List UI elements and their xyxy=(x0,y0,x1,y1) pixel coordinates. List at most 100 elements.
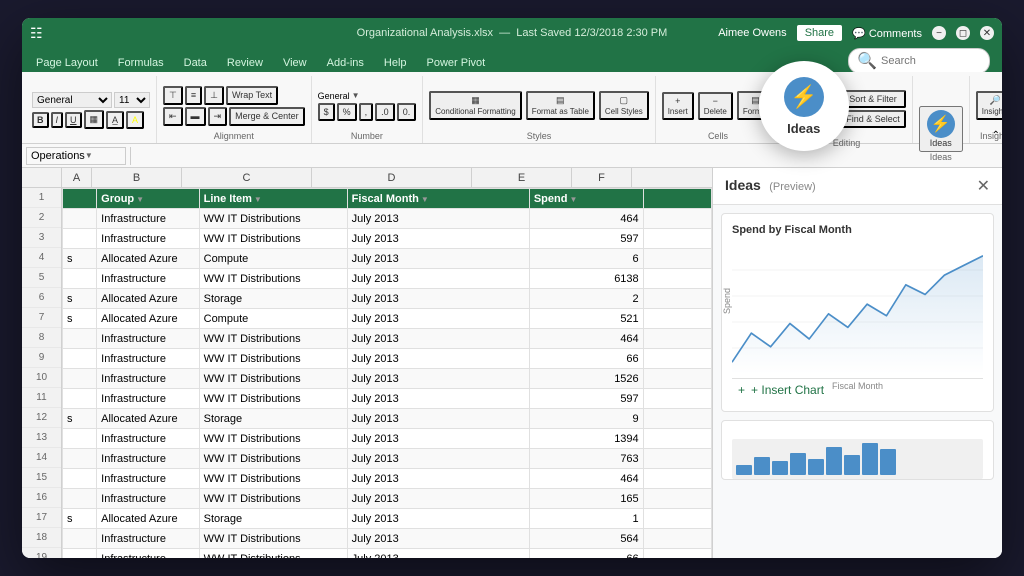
cell-12-1[interactable]: Infrastructure xyxy=(97,449,199,469)
cell-5-0[interactable]: s xyxy=(63,309,97,329)
comments-button[interactable]: 💬 Comments xyxy=(852,27,922,40)
format-as-table-button[interactable]: ▤ Format as Table xyxy=(526,91,595,120)
cell-3-5[interactable] xyxy=(643,269,711,289)
cell-5-4[interactable]: 521 xyxy=(529,309,643,329)
cell-0-0[interactable] xyxy=(63,209,97,229)
cell-17-4[interactable]: 66 xyxy=(529,549,643,559)
font-name-select[interactable]: General xyxy=(32,92,112,108)
cell-9-3[interactable]: July 2013 xyxy=(347,389,529,409)
col-header-c[interactable]: C xyxy=(182,168,312,188)
align-right-button[interactable]: ⇥ xyxy=(208,107,228,126)
cell-14-5[interactable] xyxy=(643,489,711,509)
font-size-select[interactable]: 11 xyxy=(114,92,150,108)
cell-4-3[interactable]: July 2013 xyxy=(347,289,529,309)
cell-16-5[interactable] xyxy=(643,529,711,549)
cell-2-0[interactable]: s xyxy=(63,249,97,269)
insights-button[interactable]: 🔎 Insights xyxy=(976,91,1002,120)
cell-13-2[interactable]: WW IT Distributions xyxy=(199,469,347,489)
cell-3-3[interactable]: July 2013 xyxy=(347,269,529,289)
cell-8-5[interactable] xyxy=(643,369,711,389)
cell-9-4[interactable]: 597 xyxy=(529,389,643,409)
col-header-d[interactable]: D xyxy=(312,168,472,188)
cell-5-1[interactable]: Allocated Azure xyxy=(97,309,199,329)
cell-15-2[interactable]: Storage xyxy=(199,509,347,529)
cell-5-3[interactable]: July 2013 xyxy=(347,309,529,329)
cell-8-2[interactable]: WW IT Distributions xyxy=(199,369,347,389)
name-box[interactable]: Operations ▼ xyxy=(26,147,126,165)
tab-powerpivot[interactable]: Power Pivot xyxy=(417,54,496,72)
cell-2-4[interactable]: 6 xyxy=(529,249,643,269)
cell-15-3[interactable]: July 2013 xyxy=(347,509,529,529)
cell-1-4[interactable]: 597 xyxy=(529,229,643,249)
italic-button[interactable]: I xyxy=(51,112,64,128)
cell-0-5[interactable] xyxy=(643,209,711,229)
cell-0-4[interactable]: 464 xyxy=(529,209,643,229)
cell-2-5[interactable] xyxy=(643,249,711,269)
cell-5-5[interactable] xyxy=(643,309,711,329)
cell-10-4[interactable]: 9 xyxy=(529,409,643,429)
cell-12-0[interactable] xyxy=(63,449,97,469)
cell-6-1[interactable]: Infrastructure xyxy=(97,329,199,349)
fill-color-button[interactable]: A̲ xyxy=(106,111,124,129)
cell-16-1[interactable]: Infrastructure xyxy=(97,529,199,549)
cell-6-2[interactable]: WW IT Distributions xyxy=(199,329,347,349)
minimize-button[interactable]: − xyxy=(932,26,946,40)
font-color-button[interactable]: A xyxy=(126,111,144,129)
align-bottom-button[interactable]: ⊥ xyxy=(204,86,224,105)
search-box[interactable]: 🔍 xyxy=(848,48,990,74)
cell-16-2[interactable]: WW IT Distributions xyxy=(199,529,347,549)
tab-help[interactable]: Help xyxy=(374,54,417,72)
cell-1-2[interactable]: WW IT Distributions xyxy=(199,229,347,249)
cell-4-2[interactable]: Storage xyxy=(199,289,347,309)
cell-17-5[interactable] xyxy=(643,549,711,559)
cell-7-3[interactable]: July 2013 xyxy=(347,349,529,369)
cell-11-4[interactable]: 1394 xyxy=(529,429,643,449)
cell-10-2[interactable]: Storage xyxy=(199,409,347,429)
conditional-formatting-button[interactable]: ▦ Conditional Formatting xyxy=(429,91,521,120)
close-button[interactable]: ✕ xyxy=(980,26,994,40)
cell-14-1[interactable]: Infrastructure xyxy=(97,489,199,509)
cell-3-0[interactable] xyxy=(63,269,97,289)
align-center-button[interactable]: ▬ xyxy=(185,107,206,126)
cell-13-4[interactable]: 464 xyxy=(529,469,643,489)
cell-1-1[interactable]: Infrastructure xyxy=(97,229,199,249)
cell-7-0[interactable] xyxy=(63,349,97,369)
cell-17-2[interactable]: WW IT Distributions xyxy=(199,549,347,559)
cell-14-2[interactable]: WW IT Distributions xyxy=(199,489,347,509)
tab-review[interactable]: Review xyxy=(217,54,273,72)
cell-0-3[interactable]: July 2013 xyxy=(347,209,529,229)
tab-page-layout[interactable]: Page Layout xyxy=(26,54,108,72)
cell-17-0[interactable] xyxy=(63,549,97,559)
cell-13-0[interactable] xyxy=(63,469,97,489)
search-input[interactable] xyxy=(881,55,981,67)
tab-addins[interactable]: Add-ins xyxy=(317,54,374,72)
merge-center-button[interactable]: Merge & Center xyxy=(229,107,305,126)
cell-10-3[interactable]: July 2013 xyxy=(347,409,529,429)
cell-4-5[interactable] xyxy=(643,289,711,309)
cell-16-0[interactable] xyxy=(63,529,97,549)
cell-6-5[interactable] xyxy=(643,329,711,349)
cell-1-3[interactable]: July 2013 xyxy=(347,229,529,249)
cell-4-4[interactable]: 2 xyxy=(529,289,643,309)
comma-button[interactable]: , xyxy=(359,103,374,121)
wrap-text-button[interactable]: Wrap Text xyxy=(226,86,278,105)
col-header-f[interactable]: F xyxy=(572,168,632,188)
ideas-button[interactable]: ⚡ Ideas xyxy=(919,106,963,152)
maximize-button[interactable]: ◻ xyxy=(956,26,970,40)
sort-filter-button[interactable]: Sort & Filter xyxy=(840,90,906,108)
cell-8-1[interactable]: Infrastructure xyxy=(97,369,199,389)
collapse-ribbon-button[interactable]: ⌃ xyxy=(992,130,1000,141)
increase-decimal-button[interactable]: 0. xyxy=(397,103,417,121)
cell-14-4[interactable]: 165 xyxy=(529,489,643,509)
cell-8-0[interactable] xyxy=(63,369,97,389)
cell-4-1[interactable]: Allocated Azure xyxy=(97,289,199,309)
cell-10-0[interactable]: s xyxy=(63,409,97,429)
insert-button[interactable]: + Insert xyxy=(662,92,694,120)
cell-14-3[interactable]: July 2013 xyxy=(347,489,529,509)
cell-1-5[interactable] xyxy=(643,229,711,249)
cell-3-2[interactable]: WW IT Distributions xyxy=(199,269,347,289)
cell-8-3[interactable]: July 2013 xyxy=(347,369,529,389)
cell-4-0[interactable]: s xyxy=(63,289,97,309)
align-top-button[interactable]: ⊤ xyxy=(163,86,183,105)
cell-15-1[interactable]: Allocated Azure xyxy=(97,509,199,529)
